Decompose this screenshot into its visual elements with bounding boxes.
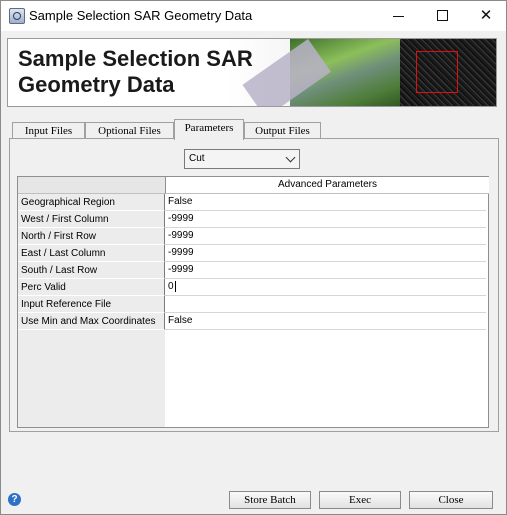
table-row: Perc Valid 0 bbox=[18, 279, 488, 296]
banner-title: Sample Selection SAR Geometry Data bbox=[18, 46, 253, 98]
table-row: North / First Row -9999 bbox=[18, 228, 488, 245]
table-row: Use Min and Max Coordinates False bbox=[18, 313, 488, 330]
mode-select-value: Cut bbox=[189, 153, 205, 164]
row-label: Input Reference File bbox=[18, 296, 165, 313]
tab-output-files[interactable]: Output Files bbox=[244, 122, 321, 139]
maximize-button[interactable] bbox=[420, 1, 464, 31]
header-banner: Sample Selection SAR Geometry Data bbox=[7, 38, 497, 107]
close-button[interactable]: Close bbox=[409, 491, 493, 509]
minimize-button[interactable] bbox=[376, 1, 420, 31]
row-value-field[interactable]: -9999 bbox=[165, 245, 486, 262]
help-icon[interactable]: ? bbox=[8, 493, 21, 506]
table-row: South / Last Row -9999 bbox=[18, 262, 488, 279]
application-window: Sample Selection SAR Geometry Data ✕ Sam… bbox=[0, 0, 507, 515]
close-window-button[interactable]: ✕ bbox=[464, 1, 507, 31]
row-label: Use Min and Max Coordinates bbox=[18, 313, 165, 330]
text-cursor bbox=[174, 280, 176, 292]
banner-title-line2: Geometry Data bbox=[18, 72, 175, 97]
row-value-field[interactable]: 0 bbox=[165, 279, 486, 296]
row-label: Perc Valid bbox=[18, 279, 165, 296]
row-label: South / Last Row bbox=[18, 262, 165, 279]
row-label: North / First Row bbox=[18, 228, 165, 245]
row-label: West / First Column bbox=[18, 211, 165, 228]
store-batch-button[interactable]: Store Batch bbox=[229, 491, 311, 509]
sar-selection-box bbox=[416, 51, 458, 93]
tab-optional-files[interactable]: Optional Files bbox=[85, 122, 174, 139]
row-label: Geographical Region bbox=[18, 194, 165, 211]
row-value-field[interactable]: -9999 bbox=[165, 262, 486, 279]
row-value-field[interactable] bbox=[165, 296, 486, 313]
row-label: East / Last Column bbox=[18, 245, 165, 262]
table-row: West / First Column -9999 bbox=[18, 211, 488, 228]
table-row: Input Reference File bbox=[18, 296, 488, 313]
title-bar: Sample Selection SAR Geometry Data ✕ bbox=[1, 1, 506, 31]
table-row: Geographical Region False bbox=[18, 194, 488, 211]
row-value-field[interactable]: False bbox=[165, 313, 486, 330]
chevron-down-icon bbox=[285, 152, 296, 163]
table-header: Advanced Parameters bbox=[165, 177, 489, 194]
table-row: East / Last Column -9999 bbox=[18, 245, 488, 262]
app-icon bbox=[9, 8, 25, 24]
window-title: Sample Selection SAR Geometry Data bbox=[29, 8, 253, 23]
banner-title-line1: Sample Selection SAR bbox=[18, 46, 253, 71]
tab-parameters[interactable]: Parameters bbox=[174, 119, 244, 140]
row-value-field[interactable]: False bbox=[165, 194, 486, 211]
row-value-field[interactable]: -9999 bbox=[165, 211, 486, 228]
tab-input-files[interactable]: Input Files bbox=[12, 122, 85, 139]
table-corner bbox=[18, 177, 165, 194]
exec-button[interactable]: Exec bbox=[319, 491, 401, 509]
parameters-table: Advanced Parameters Geographical Region … bbox=[17, 176, 489, 428]
row-value-text: 0 bbox=[168, 281, 174, 292]
mode-select[interactable]: Cut bbox=[184, 149, 300, 169]
row-value-field[interactable]: -9999 bbox=[165, 228, 486, 245]
